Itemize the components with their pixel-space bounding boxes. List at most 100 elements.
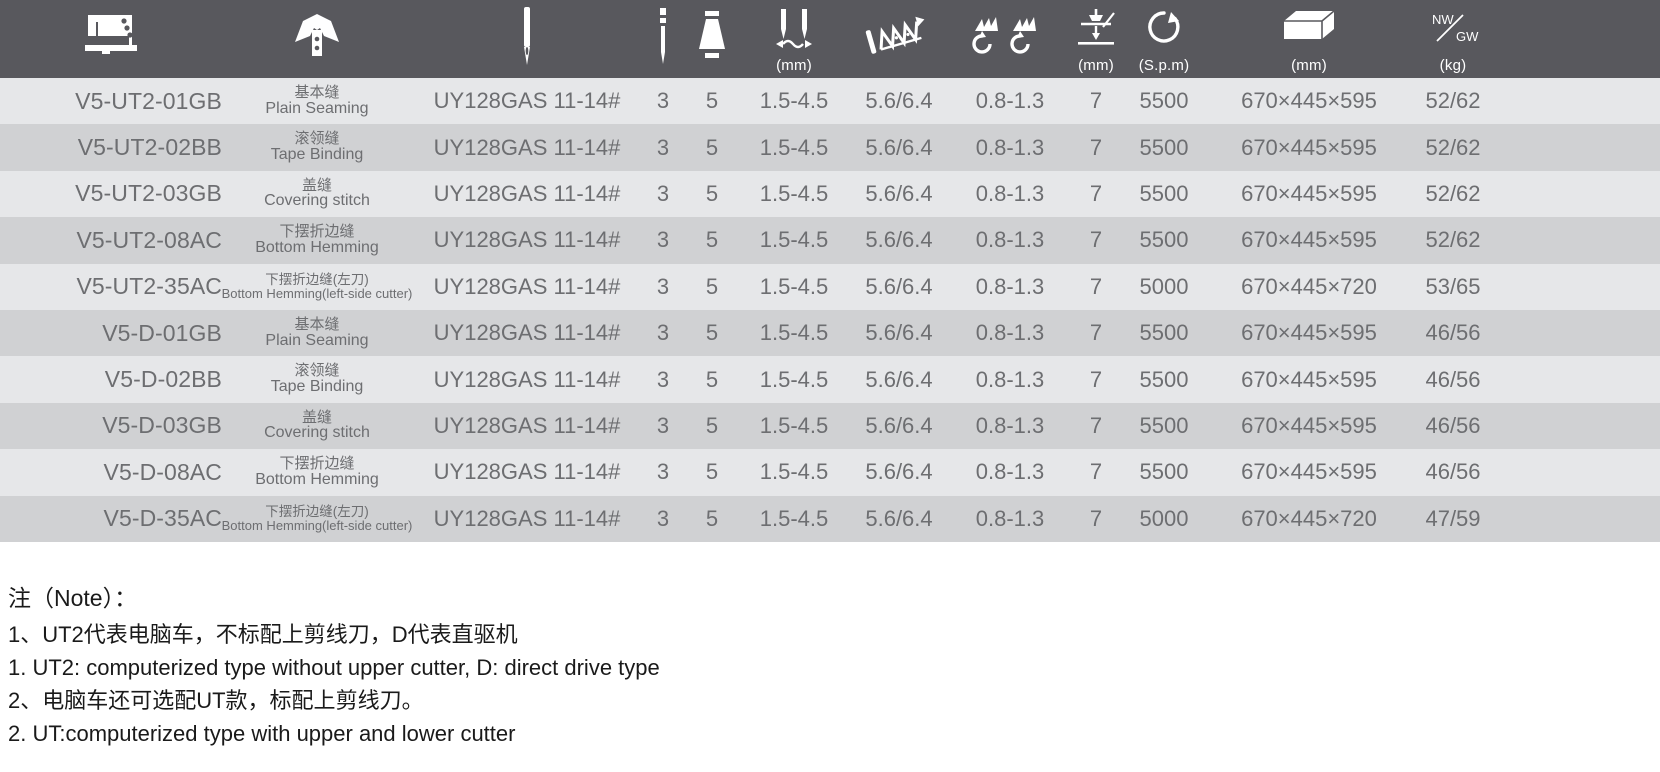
cell-stitch-length: 5.6/6.4 (865, 88, 933, 114)
cell-differential-feed: 0.8-1.3 (975, 459, 1045, 485)
cell-presser-lift: 7 (1089, 505, 1103, 531)
column-header-unit: (mm) (1291, 57, 1327, 74)
cell-max-speed: 5500 (1139, 459, 1189, 485)
cell-stitch-type: 盖缝 Covering stitch (222, 403, 412, 449)
differential-feed-icon (950, 0, 1070, 74)
stitch-type-en: Plain Seaming (265, 99, 369, 117)
presser-foot-lift-icon (1070, 0, 1122, 57)
table-row: V5-D-08AC 下摆折边缝 Bottom Hemming UY128GAS 11-… (0, 449, 1660, 496)
cell-stitch-type: 滚领缝 Tape Binding (222, 356, 412, 402)
cell-thread-count: 5 (705, 412, 719, 438)
notes-title: 注（Note）： (8, 584, 138, 611)
stitch-type-zh: 滚领缝 (294, 130, 340, 148)
cell-model-code: V5-D-35AC (103, 505, 222, 532)
stitch-type-en: Tape Binding (270, 146, 364, 164)
svg-text:GW: GW (1456, 29, 1479, 44)
cell-model-code: V5-D-02BB (104, 366, 222, 393)
cell-max-speed: 5500 (1139, 366, 1189, 392)
cell-stitch-type: 下摆折边缝(左刀) Bottom Hemming(left-side cutter… (221, 264, 413, 310)
column-header-unit: (kg) (1439, 57, 1467, 74)
cell-weight: 52/62 (1425, 227, 1481, 253)
stitch-type-en: Covering stitch (264, 192, 370, 210)
cell-needle-gauge: 1.5-4.5 (759, 412, 829, 438)
stitch-type-zh: 盖缝 (301, 176, 332, 194)
cell-dimensions: 670×445×595 (1241, 88, 1377, 114)
table-row: V5-UT2-03GB 盖缝 Covering stitch UY128GAS 11-… (0, 170, 1660, 218)
stitch-type-zh: 下摆折边缝(左刀) (265, 503, 369, 519)
cell-needle-count: 3 (656, 134, 670, 160)
column-header-speed: (S.p.m) (1122, 0, 1206, 78)
cell-needle-count: 3 (656, 180, 670, 206)
column-header-stitch-type (222, 0, 412, 78)
table-row: V5-UT2-35AC 下摆折边缝(左刀) Bottom Hemming(left-… (0, 263, 1660, 310)
cell-max-speed: 5500 (1139, 88, 1189, 114)
column-header-needle (412, 0, 642, 78)
shirt-collar-icon (222, 0, 412, 74)
cell-stitch-length: 5.6/6.4 (865, 366, 933, 392)
rotation-speed-icon (1122, 0, 1206, 57)
stitch-type-zh: 下摆折边缝 (279, 223, 355, 241)
cell-stitch-type: 下摆折边缝 Bottom Hemming (222, 217, 412, 263)
stitch-type-en: Bottom Hemming(left-side cutter) (221, 286, 413, 302)
cell-dimensions: 670×445×595 (1241, 459, 1377, 485)
cell-needle-count: 3 (656, 320, 670, 346)
cell-model-code: V5-UT2-08AC (76, 226, 222, 253)
notes-section: 注（Note）： 1、UT2代表电脑车，不标配上剪线刀，D代表直驱机 1. UT… (0, 542, 1660, 750)
cell-needle-spec: UY128GAS 11-14# (433, 412, 621, 438)
table-header: (mm) (mm) (S.p.m) (mm) NW GW (kg) (0, 0, 1660, 78)
cell-max-speed: 5500 (1139, 180, 1189, 206)
cell-presser-lift: 7 (1089, 320, 1103, 346)
cell-needle-spec: UY128GAS 11-14# (433, 459, 621, 485)
spec-sheet: (mm) (mm) (S.p.m) (mm) NW GW (kg) V5-UT2… (0, 0, 1660, 772)
cell-model-code: V5-UT2-01GB (75, 87, 222, 114)
column-header-differential-feed (950, 0, 1070, 78)
cell-needle-spec: UY128GAS 11-14# (433, 227, 621, 253)
cell-needle-spec: UY128GAS 11-14# (433, 366, 621, 392)
note-line-1-en: 1. UT2: computerized type without upper … (8, 654, 660, 680)
note-line-2-zh: 2、电脑车还可选配UT款，标配上剪线刀。 (8, 687, 424, 713)
cell-weight: 46/56 (1425, 412, 1481, 438)
cell-differential-feed: 0.8-1.3 (975, 505, 1045, 531)
cell-thread-count: 5 (705, 134, 719, 160)
cell-differential-feed: 0.8-1.3 (975, 88, 1045, 114)
stitch-type-en: Covering stitch (264, 424, 370, 442)
table-row: V5-UT2-01GB 基本缝 Plain Seaming UY128GAS 11-1… (0, 78, 1660, 125)
stitch-type-zh: 下摆折边缝(左刀) (265, 271, 369, 287)
net-gross-weight-icon: NW GW (1412, 0, 1494, 57)
cell-max-speed: 5500 (1139, 134, 1189, 160)
cell-stitch-length: 5.6/6.4 (865, 134, 933, 160)
cell-stitch-length: 5.6/6.4 (865, 273, 933, 299)
cell-thread-count: 5 (705, 505, 719, 531)
cell-presser-lift: 7 (1089, 180, 1103, 206)
cell-needle-count: 3 (656, 459, 670, 485)
cell-needle-spec: UY128GAS 11-14# (433, 273, 621, 299)
cell-presser-lift: 7 (1089, 134, 1103, 160)
cell-presser-lift: 7 (1089, 88, 1103, 114)
cell-thread-count: 5 (705, 227, 719, 253)
cell-needle-gauge: 1.5-4.5 (759, 88, 829, 114)
carton-box-icon (1206, 0, 1412, 57)
cell-thread-count: 5 (705, 180, 719, 206)
cell-thread-count: 5 (705, 366, 719, 392)
cell-model-code: V5-D-08AC (103, 458, 222, 485)
cell-thread-count: 5 (705, 88, 719, 114)
cell-max-speed: 5500 (1139, 412, 1189, 438)
cell-differential-feed: 0.8-1.3 (975, 273, 1045, 299)
cell-max-speed: 5000 (1139, 505, 1189, 531)
note-line-2-en: 2. UT:computerized type with upper and l… (8, 720, 516, 746)
cell-needle-count: 3 (656, 505, 670, 531)
cell-stitch-length: 5.6/6.4 (865, 180, 933, 206)
cell-needle-spec: UY128GAS 11-14# (433, 180, 621, 206)
cell-thread-count: 5 (705, 459, 719, 485)
cell-stitch-length: 5.6/6.4 (865, 505, 933, 531)
sewing-machine-icon (0, 0, 222, 74)
cell-presser-lift: 7 (1089, 227, 1103, 253)
cell-stitch-length: 5.6/6.4 (865, 320, 933, 346)
cell-max-speed: 5000 (1139, 273, 1189, 299)
cell-needle-spec: UY128GAS 11-14# (433, 505, 621, 531)
column-header-weight: NW GW (kg) (1412, 0, 1494, 78)
cell-needle-spec: UY128GAS 11-14# (433, 134, 621, 160)
cell-needle-count: 3 (656, 412, 670, 438)
column-header-needle-count (642, 0, 684, 78)
note-line-1-zh: 1、UT2代表电脑车，不标配上剪线刀，D代表直驱机 (8, 621, 518, 647)
